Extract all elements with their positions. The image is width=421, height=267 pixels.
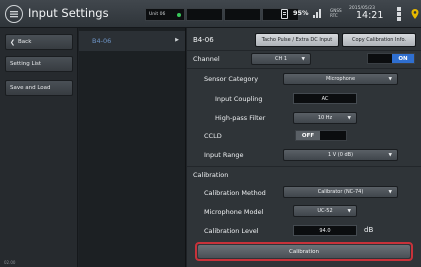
highpass-filter-dropdown[interactable]: 10 Hz ▼ xyxy=(293,112,357,124)
copy-calibration-button[interactable]: Copy Calibration Info. xyxy=(342,33,416,47)
calibration-button-label: Calibration xyxy=(198,245,410,258)
signal-icon xyxy=(313,9,322,18)
ccld-label: CCLD xyxy=(204,132,222,140)
setting-list-label: Setting List xyxy=(10,61,42,67)
highpass-filter-value: 10 Hz xyxy=(317,115,333,121)
caret-down-icon: ▼ xyxy=(388,190,392,195)
sensor-category-label: Sensor Category xyxy=(204,75,259,83)
toggle-on-segment xyxy=(320,131,346,140)
save-and-load-button[interactable]: Save and Load xyxy=(5,80,73,96)
toggle-off-segment xyxy=(368,54,392,63)
list-item-label: B4-06 xyxy=(92,37,112,45)
chevron-left-icon: ❮ xyxy=(10,38,16,46)
caret-down-icon: ▼ xyxy=(301,57,305,62)
input-coupling-field[interactable]: AC xyxy=(293,93,357,104)
caret-down-icon: ▼ xyxy=(388,153,392,158)
channel-dropdown[interactable]: CH 1 ▼ xyxy=(251,53,311,65)
back-button[interactable]: ❮ Back xyxy=(5,34,73,50)
tacho-pulse-button[interactable]: Tacho Pulse / Extra DC Input xyxy=(255,33,339,47)
toggle-off-label: OFF xyxy=(296,131,320,140)
panel-title: B4-06 xyxy=(193,36,214,44)
channel-toggle[interactable]: ON xyxy=(367,53,415,64)
caret-down-icon: ▼ xyxy=(347,209,351,214)
calibration-section-title: Calibration xyxy=(193,171,229,179)
left-nav: ❮ Back Setting List Save and Load 02.00 xyxy=(0,28,78,267)
chevron-right-icon: ▶ xyxy=(175,37,179,43)
memory-icon xyxy=(397,7,401,21)
save-and-load-label: Save and Load xyxy=(10,85,51,91)
caret-down-icon: ▼ xyxy=(347,116,351,121)
input-range-dropdown[interactable]: 1 V (0 dB) ▼ xyxy=(283,149,398,161)
calibration-method-dropdown[interactable]: Calibrator (NC-74) ▼ xyxy=(283,186,398,198)
back-label: Back xyxy=(18,39,32,45)
time: 14:21 xyxy=(356,10,384,21)
channel-label: Channel xyxy=(193,55,220,63)
gps-bottom-label: RTC xyxy=(330,13,338,18)
unit-label: Unit 06 xyxy=(149,12,166,17)
top-bar: Input Settings Unit 06 95% GNSS RTC 2015… xyxy=(0,0,421,28)
sensor-category-value: Microphone xyxy=(325,76,356,82)
highpass-filter-label: High-pass Filter xyxy=(215,114,266,122)
gps-status: GNSS RTC xyxy=(330,8,342,18)
calibration-level-field[interactable]: 94.0 xyxy=(293,225,357,236)
calibration-button[interactable]: Calibration xyxy=(195,242,413,261)
setting-list-button[interactable]: Setting List xyxy=(5,56,73,72)
caret-down-icon: ▼ xyxy=(388,77,392,82)
sd-card-icon xyxy=(281,9,288,19)
divider xyxy=(187,68,421,69)
channel-list: B4-06 ▶ xyxy=(79,28,186,267)
divider xyxy=(187,166,421,167)
calibration-method-label: Calibration Method xyxy=(204,189,266,197)
calibration-method-value: Calibrator (NC-74) xyxy=(317,189,364,195)
input-range-value: 1 V (0 dB) xyxy=(327,152,354,158)
unit-status-cell: Unit 06 xyxy=(145,8,185,21)
ccld-toggle[interactable]: OFF xyxy=(295,130,347,141)
calibration-level-label: Calibration Level xyxy=(204,227,259,235)
battery-level: 95% xyxy=(293,9,309,17)
input-range-label: Input Range xyxy=(204,151,244,159)
unit-status-dot-icon xyxy=(177,12,181,17)
datetime: 2015/05/23 14:21 xyxy=(345,6,385,21)
version-label: 02.00 xyxy=(4,260,16,265)
input-coupling-label: Input Coupling xyxy=(215,95,263,103)
channel-value: CH 1 xyxy=(274,56,288,62)
microphone-model-label: Microphone Model xyxy=(204,208,264,216)
app-title: Input Settings xyxy=(28,6,109,20)
list-item[interactable]: B4-06 ▶ xyxy=(79,31,185,51)
divider xyxy=(187,50,421,51)
unit-slot xyxy=(224,8,261,21)
sensor-category-dropdown[interactable]: Microphone ▼ xyxy=(283,73,398,85)
calibration-level-unit: dB xyxy=(364,226,374,234)
settings-panel: B4-06 Tacho Pulse / Extra DC Input Copy … xyxy=(187,28,421,267)
unit-slot xyxy=(186,8,223,21)
home-icon[interactable] xyxy=(5,5,23,23)
microphone-model-dropdown[interactable]: UC-52 ▼ xyxy=(293,205,357,217)
toggle-on-label: ON xyxy=(392,54,414,63)
location-pin-icon[interactable] xyxy=(411,9,419,19)
microphone-model-value: UC-52 xyxy=(317,208,333,214)
